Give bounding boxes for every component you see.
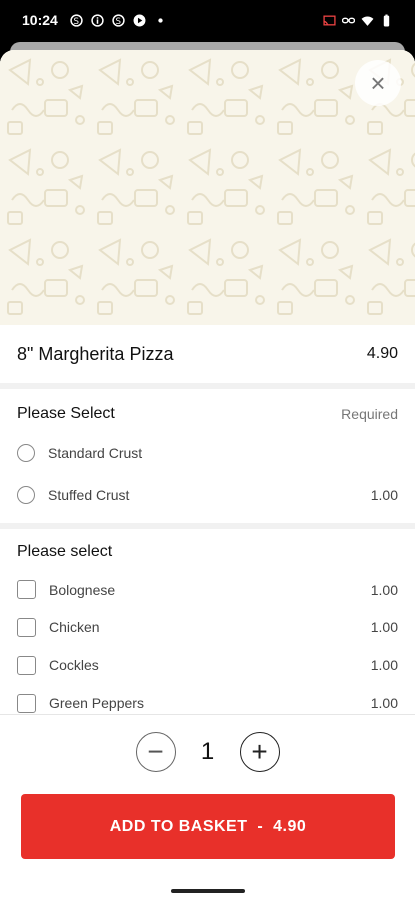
option-label: Chicken	[49, 619, 100, 635]
status-time: 10:24	[22, 12, 58, 28]
checkbox[interactable]	[17, 655, 36, 675]
decrease-quantity-button[interactable]: −	[135, 732, 176, 772]
radio-button[interactable]	[17, 486, 35, 504]
cast-icon	[323, 15, 336, 25]
home-indicator[interactable]	[171, 889, 245, 893]
food-pattern-image	[0, 50, 415, 325]
crust-options-section: Please Select Required Standard Crust St…	[0, 395, 415, 515]
divider	[0, 523, 415, 529]
item-title: 8" Margherita Pizza	[17, 343, 174, 364]
required-label: Required	[341, 406, 398, 422]
section-header: Please Select Required	[17, 395, 398, 433]
option-price: 1.00	[370, 487, 398, 503]
s-icon: S	[70, 13, 83, 26]
quantity-value: 1	[200, 738, 215, 765]
product-sheet: × 8" Margherita Pizza 4.90 Please Select…	[0, 50, 415, 900]
item-header: 8" Margherita Pizza 4.90	[0, 325, 415, 383]
checkbox[interactable]	[17, 617, 36, 637]
status-icons-left: S S	[70, 13, 167, 27]
section-header: Please select	[17, 533, 398, 571]
wifi-icon	[361, 16, 374, 26]
option-label: Stuffed Crust	[48, 487, 130, 503]
plus-icon: +	[251, 736, 268, 767]
svg-text:S: S	[73, 16, 79, 26]
increase-quantity-button[interactable]: +	[239, 732, 280, 772]
option-price: 1.00	[370, 619, 398, 635]
topping-options-section: Please select Bolognese 1.00 Chicken 1.0…	[0, 533, 415, 722]
divider	[0, 383, 415, 389]
option-price: 1.00	[370, 657, 398, 673]
add-to-basket-button[interactable]: ADD TO BASKET - 4.90	[21, 794, 395, 859]
checkbox[interactable]	[17, 693, 36, 713]
battery-icon	[383, 14, 390, 26]
basket-footer: − 1 + ADD TO BASKET - 4.90	[0, 714, 415, 900]
option-stuffed-crust[interactable]: Stuffed Crust 1.00	[17, 475, 398, 515]
option-bolognese[interactable]: Bolognese 1.00	[17, 571, 398, 608]
info-icon	[91, 13, 104, 27]
option-cockles[interactable]: Cockles 1.00	[17, 646, 398, 684]
option-label: Cockles	[49, 657, 99, 673]
section-title: Please select	[17, 543, 113, 560]
checkbox[interactable]	[17, 580, 36, 599]
option-price: 1.00	[370, 695, 398, 711]
option-label: Standard Crust	[48, 445, 143, 461]
play-icon	[133, 14, 146, 26]
close-button[interactable]: ×	[355, 60, 401, 106]
svg-text:S: S	[115, 16, 121, 26]
item-price: 4.90	[366, 345, 398, 362]
option-standard-crust[interactable]: Standard Crust	[17, 433, 398, 473]
product-hero-image	[0, 50, 415, 325]
minus-icon: −	[147, 736, 164, 767]
status-bar: 10:24 S S	[0, 0, 415, 40]
quantity-stepper: − 1 +	[0, 731, 415, 773]
option-label: Bolognese	[49, 581, 116, 598]
dot-icon	[158, 17, 163, 23]
radio-button[interactable]	[17, 444, 35, 462]
option-chicken[interactable]: Chicken 1.00	[17, 608, 398, 646]
section-title: Please Select	[17, 405, 115, 422]
add-to-basket-label: ADD TO BASKET - 4.90	[109, 817, 307, 835]
option-price: 1.00	[370, 581, 398, 598]
s-icon: S	[112, 13, 125, 26]
option-label: Green Peppers	[49, 695, 144, 711]
status-icons-right	[323, 14, 393, 27]
link-icon	[342, 17, 355, 23]
close-icon: ×	[370, 68, 386, 98]
